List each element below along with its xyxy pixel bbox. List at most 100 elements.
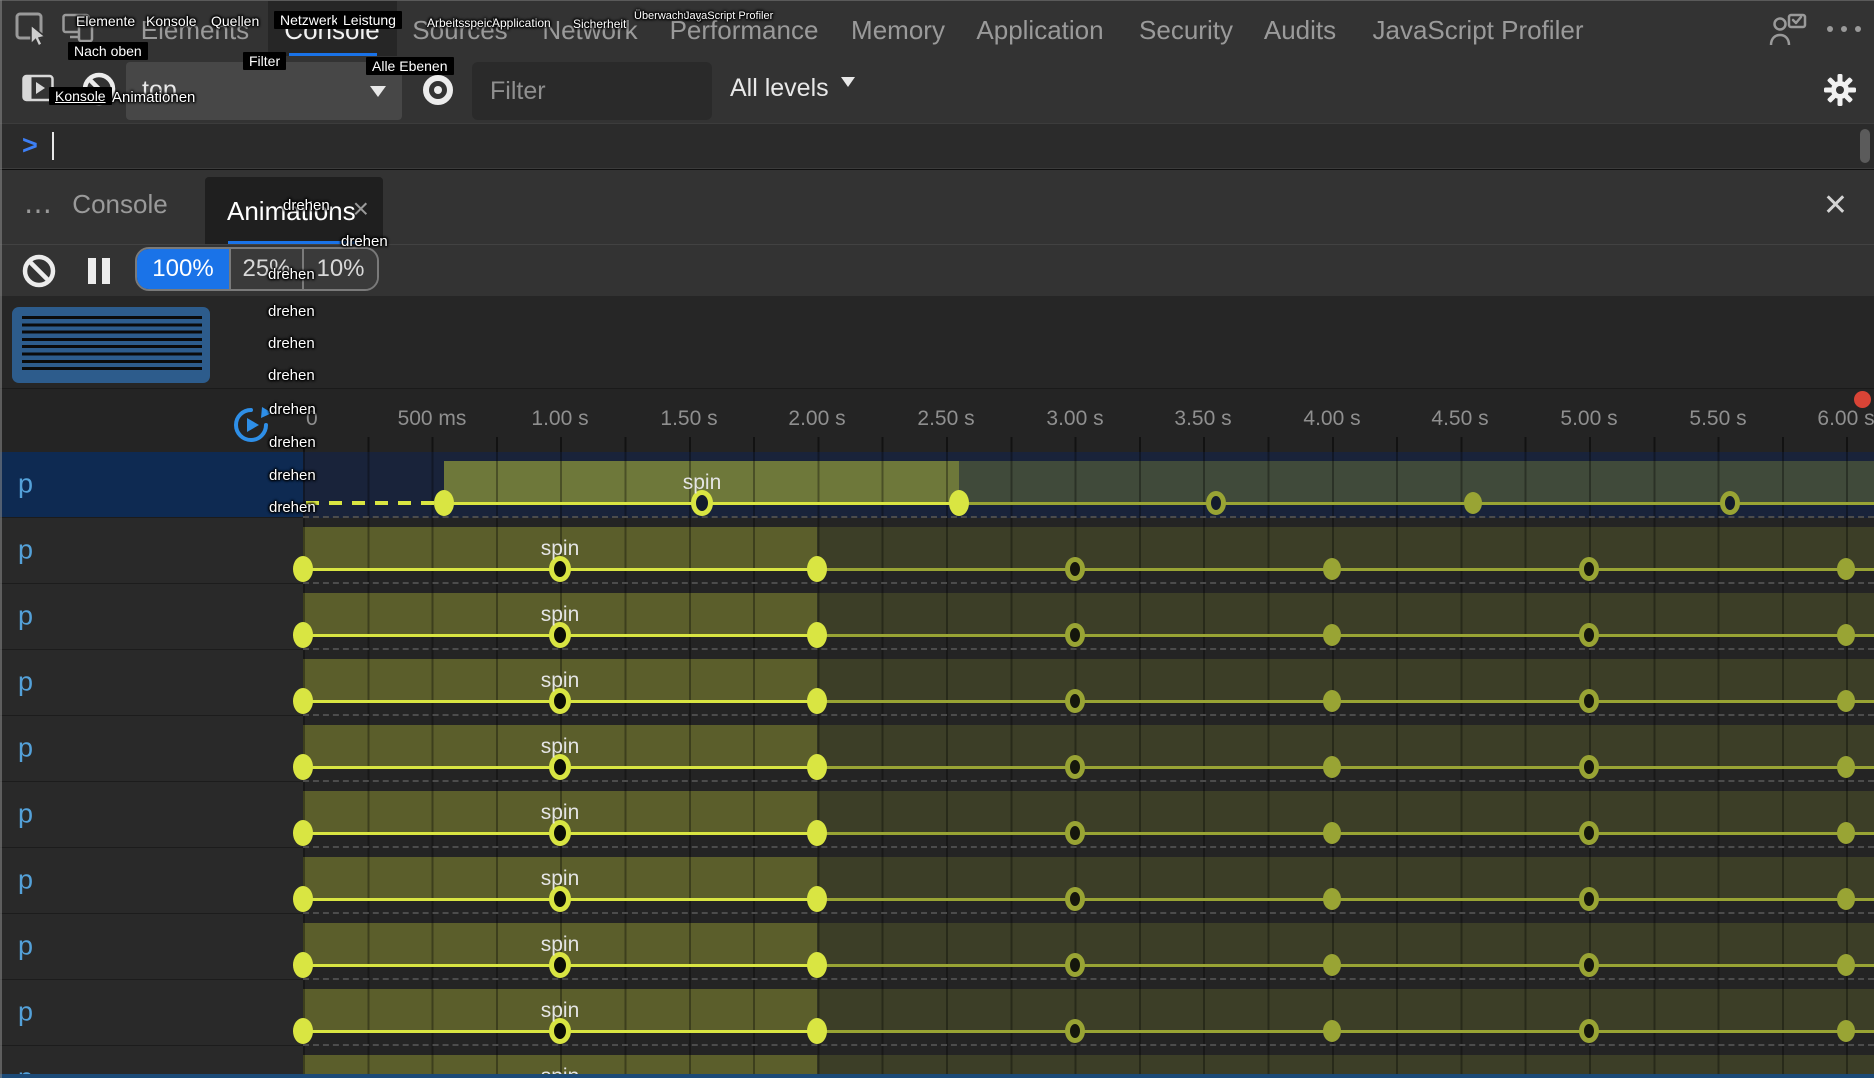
animation-timeline-track[interactable]: spin [303, 782, 1874, 848]
keyframe-dot[interactable] [1323, 1020, 1341, 1042]
keyframe-dot[interactable] [1837, 558, 1855, 580]
animation-row[interactable]: pspin [0, 980, 1874, 1046]
animation-node-label[interactable]: p [0, 716, 303, 782]
animation-timeline-track[interactable]: spin [303, 584, 1874, 650]
keyframe-dot[interactable] [1579, 1019, 1599, 1043]
keyframe-dot[interactable] [434, 490, 454, 516]
keyframe-dot[interactable] [293, 754, 313, 780]
keyframe-dot[interactable] [1065, 755, 1085, 779]
keyframe-dot[interactable] [293, 886, 313, 912]
keyframe-dot[interactable] [293, 622, 313, 648]
scrollbar-thumb[interactable] [1860, 129, 1870, 163]
keyframe-dot[interactable] [1323, 888, 1341, 910]
keyframe-dot[interactable] [1837, 888, 1855, 910]
animation-row[interactable]: pspin [0, 914, 1874, 980]
close-drawer-icon[interactable]: ✕ [1823, 188, 1848, 223]
keyframe-dot[interactable] [1720, 491, 1740, 515]
keyframe-dot[interactable] [293, 952, 313, 978]
keyframe-dot[interactable] [1323, 756, 1341, 778]
animation-timeline-track[interactable]: spin [303, 452, 1874, 518]
keyframe-dot[interactable] [1323, 822, 1341, 844]
keyframe-dot[interactable] [1065, 821, 1085, 845]
drawer-tab-console[interactable]: Console [72, 189, 167, 220]
keyframe-dot[interactable] [1837, 954, 1855, 976]
keyframe-dot[interactable] [1323, 690, 1341, 712]
animation-node-label[interactable]: p [0, 452, 303, 518]
keyframe-dot[interactable] [807, 622, 827, 648]
animation-timeline-track[interactable]: spin [303, 914, 1874, 980]
keyframe-dot[interactable] [1579, 689, 1599, 713]
animation-node-label[interactable]: p [0, 518, 303, 584]
animation-timeline-track[interactable]: spin [303, 980, 1874, 1046]
eye-icon[interactable] [420, 72, 456, 108]
keyframe-dot[interactable] [807, 688, 827, 714]
keyframe-dot[interactable] [1579, 755, 1599, 779]
animation-row[interactable]: pspin [0, 716, 1874, 782]
tab-javascript-profiler[interactable]: JavaScript Profiler [1373, 15, 1584, 46]
keyframe-dot[interactable] [1065, 1019, 1085, 1043]
keyframe-dot[interactable] [1837, 756, 1855, 778]
animation-timeline-track[interactable]: spin [303, 848, 1874, 914]
animation-timeline-track[interactable]: spin [303, 716, 1874, 782]
keyframe-dot[interactable] [1579, 623, 1599, 647]
animation-preview-thumbnail[interactable] [12, 307, 210, 383]
animation-node-label[interactable]: p [0, 584, 303, 650]
animation-timeline-track[interactable]: spin [303, 650, 1874, 716]
animation-timeline-track[interactable]: spin [303, 518, 1874, 584]
feedback-icon[interactable] [1768, 13, 1808, 47]
keyframe-dot[interactable] [1065, 953, 1085, 977]
playback-rate-100[interactable]: 100% [137, 249, 229, 289]
keyframe-dot[interactable] [1065, 623, 1085, 647]
scrubber-dot[interactable] [1854, 391, 1871, 408]
keyframe-dot[interactable] [293, 556, 313, 582]
keyframe-dot[interactable] [1065, 557, 1085, 581]
keyframe-dot[interactable] [1579, 953, 1599, 977]
keyframe-dot[interactable] [807, 886, 827, 912]
tab-audits[interactable]: Audits [1264, 15, 1336, 46]
animation-row[interactable]: pspin [0, 782, 1874, 848]
tab-security[interactable]: Security [1139, 15, 1233, 46]
clear-all-animations-icon[interactable] [20, 252, 58, 290]
keyframe-dot[interactable] [1323, 624, 1341, 646]
keyframe-dot[interactable] [807, 754, 827, 780]
animation-node-label[interactable]: p [0, 650, 303, 716]
keyframe-dot[interactable] [1579, 557, 1599, 581]
pause-icon[interactable] [86, 256, 112, 286]
keyframe-dot[interactable] [1206, 491, 1226, 515]
keyframe-dot[interactable] [293, 1018, 313, 1044]
keyframe-dot[interactable] [1837, 822, 1855, 844]
keyframe-dot[interactable] [1065, 887, 1085, 911]
log-levels-dropdown[interactable]: All levels [730, 74, 855, 103]
inspect-icon[interactable] [14, 11, 50, 49]
keyframe-dot[interactable] [293, 820, 313, 846]
console-prompt[interactable]: > [0, 123, 1874, 169]
keyframe-dot[interactable] [949, 490, 969, 516]
more-options-icon[interactable] [1824, 23, 1864, 35]
keyframe-dot[interactable] [293, 688, 313, 714]
close-tab-icon[interactable]: × [353, 193, 369, 225]
keyframe-dot[interactable] [1579, 887, 1599, 911]
keyframe-dot[interactable] [1464, 492, 1482, 514]
keyframe-dot[interactable] [1837, 624, 1855, 646]
keyframe-dot[interactable] [1837, 690, 1855, 712]
animation-row[interactable]: pspin [0, 848, 1874, 914]
filter-input[interactable] [472, 62, 712, 120]
drawer-more-icon[interactable]: ⋯ [24, 194, 59, 227]
tab-memory[interactable]: Memory [851, 15, 945, 46]
gear-icon[interactable] [1820, 70, 1860, 110]
tab-application[interactable]: Application [976, 15, 1103, 46]
keyframe-dot[interactable] [807, 556, 827, 582]
animation-row[interactable]: pspin [0, 584, 1874, 650]
keyframe-dot[interactable] [1579, 821, 1599, 845]
keyframe-dot[interactable] [1323, 558, 1341, 580]
replay-icon[interactable] [232, 405, 270, 447]
keyframe-dot[interactable] [807, 952, 827, 978]
keyframe-dot[interactable] [807, 1018, 827, 1044]
keyframe-dot[interactable] [807, 820, 827, 846]
keyframe-dot[interactable] [1323, 954, 1341, 976]
animation-node-label[interactable]: p [0, 980, 303, 1046]
keyframe-dot[interactable] [1065, 689, 1085, 713]
animation-node-label[interactable]: p [0, 914, 303, 980]
animation-row[interactable]: pspin [0, 518, 1874, 584]
animation-node-label[interactable]: p [0, 782, 303, 848]
